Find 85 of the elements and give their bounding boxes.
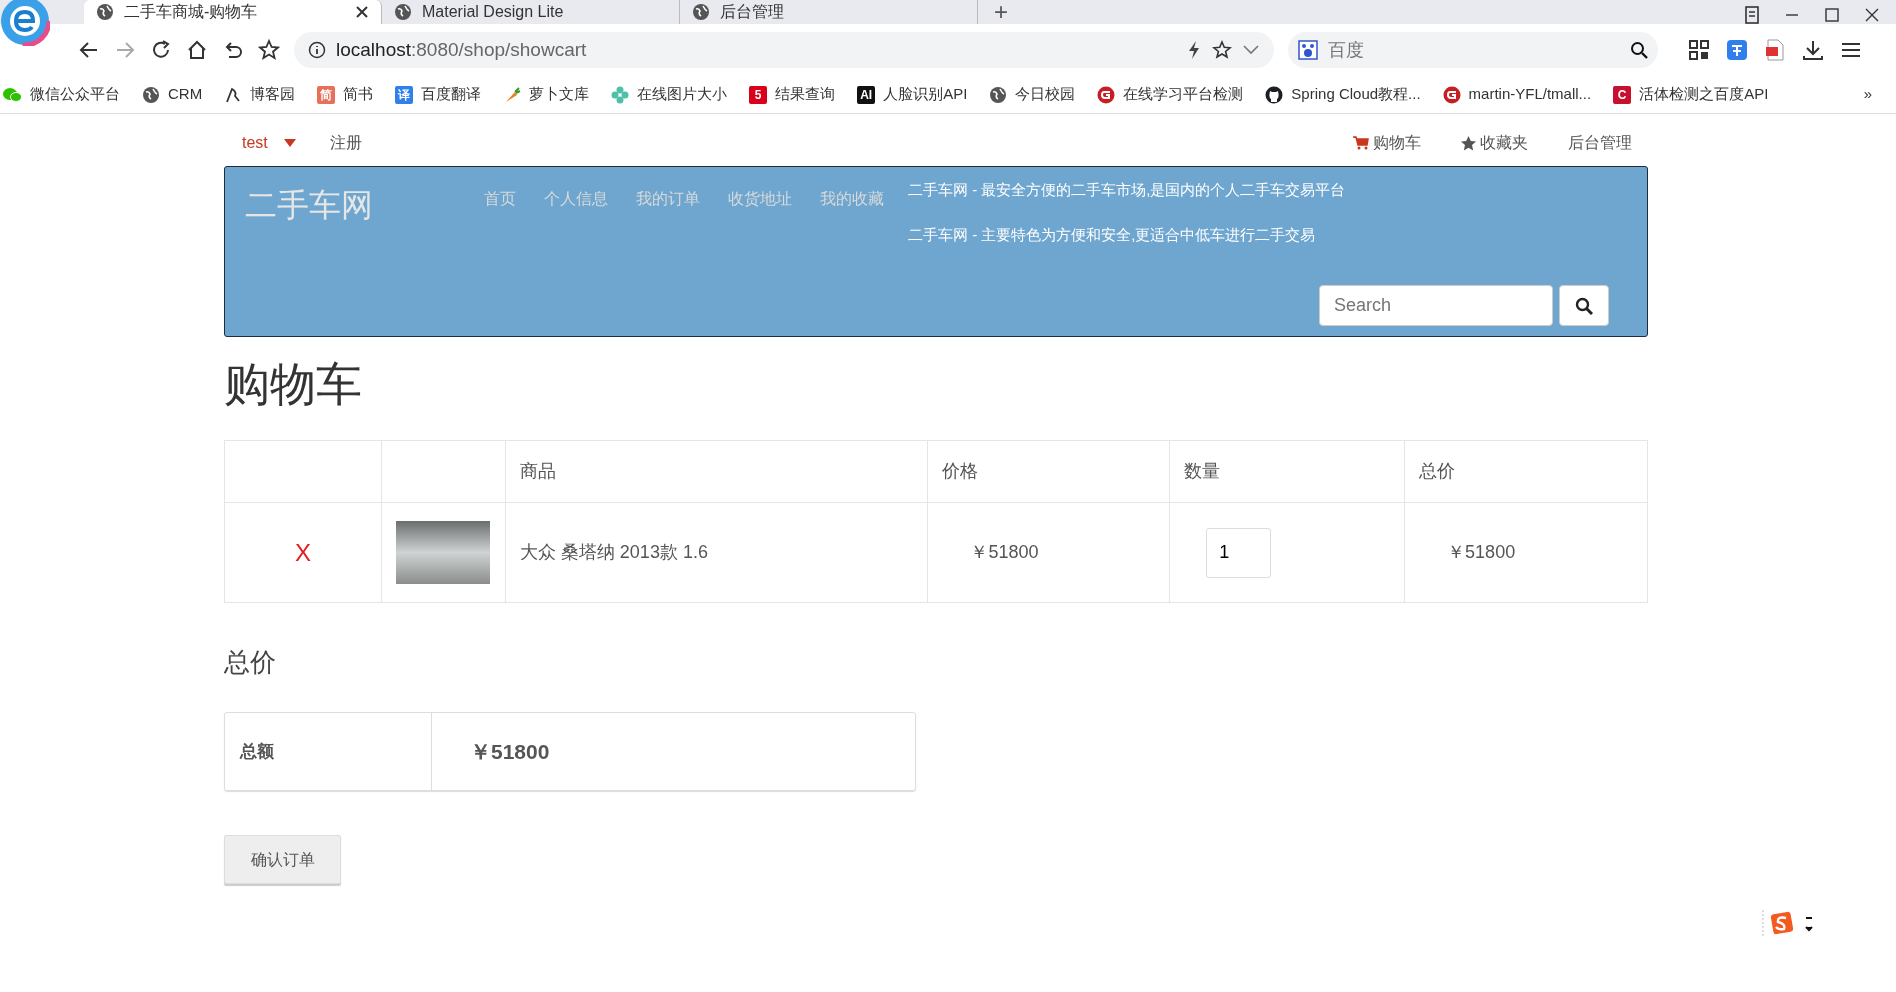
lightning-icon[interactable] [1186, 40, 1202, 60]
bookmark-link[interactable]: 在线学习平台检测 [1097, 83, 1244, 106]
carrot-icon [503, 85, 522, 104]
nav-link[interactable]: 后台管理 [1552, 131, 1648, 155]
bookmark-badge-icon: 5 [749, 85, 768, 104]
maximize-icon[interactable] [1824, 7, 1840, 23]
reload-icon[interactable] [150, 39, 172, 61]
bookmark-link[interactable]: martin-YFL/tmall... [1442, 83, 1592, 106]
browser-tab[interactable]: Material Design Lite [382, 0, 680, 24]
column-header: 总价 [1419, 461, 1456, 482]
bookmark-link[interactable]: 5 结果查询 [749, 83, 836, 106]
register-link[interactable]: 注册 [313, 131, 378, 155]
globe-icon [142, 85, 160, 104]
nav-link[interactable]: 收藏夹 [1445, 131, 1544, 155]
browser-tab[interactable]: 二手车商城-购物车 [84, 0, 382, 24]
g-logo-icon [1442, 85, 1461, 104]
qr-grid-icon[interactable] [1688, 39, 1710, 61]
search-button[interactable] [1559, 285, 1609, 326]
bookmarks-overflow-button[interactable]: » [1863, 83, 1896, 106]
star-icon[interactable] [258, 39, 280, 61]
close-icon[interactable] [355, 5, 369, 19]
search-box[interactable]: 百度 [1288, 32, 1658, 68]
browser-logo-icon [0, 0, 50, 46]
star-icon [1461, 135, 1476, 151]
column-header: 数量 [1184, 461, 1221, 482]
price-text: ￥51800 [970, 542, 1039, 563]
user-menu[interactable]: test [224, 131, 314, 155]
flower-icon [611, 85, 630, 104]
star-icon[interactable] [1212, 40, 1232, 60]
pen-icon [224, 85, 243, 104]
page-icon[interactable] [1744, 6, 1760, 24]
bookmark-link[interactable]: 博客园 [224, 83, 296, 106]
globe-icon [394, 3, 412, 21]
tagline-text: 二手车网 - 主要特色为方便和安全,更适合中低车进行二手交易 [908, 224, 1317, 245]
globe-icon [692, 3, 710, 21]
search-field[interactable]: Search [1319, 285, 1553, 326]
bookmark-link[interactable]: C 活体检测之百度API [1613, 83, 1769, 106]
quantity-field[interactable]: 1 [1206, 527, 1272, 578]
info-icon [308, 41, 326, 59]
paw-icon [1298, 40, 1318, 60]
column-header: 价格 [942, 461, 979, 482]
bookmark-badge-icon: C [1613, 85, 1632, 104]
bookmark-link[interactable]: AI 人脸识别API [857, 83, 968, 106]
remove-link[interactable]: X [294, 538, 311, 566]
pdf-icon[interactable] [1764, 39, 1786, 61]
bookmark-badge-icon: 简 [317, 85, 336, 104]
cat-logo-icon [1265, 85, 1284, 104]
nav-link[interactable]: 购物车 [1337, 131, 1437, 155]
download-icon[interactable] [1802, 39, 1824, 61]
bookmark-link[interactable]: CRM [142, 83, 203, 106]
caret-down-icon [283, 139, 296, 147]
confirm-order-button[interactable]: 确认订单 [224, 835, 341, 885]
column-header: 商品 [519, 461, 556, 482]
bookmark-badge-icon: AI [857, 85, 876, 104]
bookmark-link[interactable]: 萝卜文库 [503, 83, 590, 106]
close-icon[interactable] [1864, 7, 1880, 23]
globe-icon [96, 3, 114, 21]
search-icon [1575, 297, 1593, 316]
total-label: 总额 [240, 741, 274, 764]
bookmark-badge-icon: 译 [395, 85, 414, 104]
product-name: 大众 桑塔纳 2013款 1.6 [519, 542, 708, 563]
home-icon[interactable] [186, 39, 208, 61]
page-title: 购物车 [224, 357, 363, 412]
address-bar[interactable]: localhost:8080/shop/showcart [294, 32, 1274, 68]
g-logo-icon [1097, 85, 1116, 104]
new-tab-button[interactable]: + [994, 0, 1008, 24]
chevron-down-icon[interactable] [1242, 44, 1260, 56]
total-amount: ￥51800 [470, 739, 550, 766]
bookmark-link[interactable]: 简 简书 [317, 83, 374, 106]
bookmark-link[interactable]: Spring Cloud教程... [1265, 83, 1421, 106]
cart-icon [1353, 136, 1369, 150]
bookmark-link[interactable]: 今日校园 [989, 83, 1076, 106]
bookmark-link[interactable]: 译 百度翻译 [395, 83, 482, 106]
tagline-text: 二手车网 - 最安全方便的二手车市场,是国内的个人二手车交易平台 [908, 180, 1346, 200]
translate-icon[interactable] [1726, 39, 1748, 61]
url-text: localhost:8080/shop/showcart [336, 37, 588, 62]
bookmark-link[interactable]: 在线图片大小 [611, 83, 728, 106]
chat-bubbles-icon [2, 85, 22, 104]
browser-tab[interactable]: 后台管理 [680, 0, 978, 24]
search-field[interactable]: 百度 [1326, 35, 1622, 65]
globe-icon [989, 85, 1008, 104]
section-title: 总价 [224, 647, 277, 679]
search-icon[interactable] [1630, 41, 1648, 59]
total-text: ￥51800 [1447, 542, 1516, 563]
bookmark-link[interactable]: 微信公众平台 [2, 83, 120, 106]
